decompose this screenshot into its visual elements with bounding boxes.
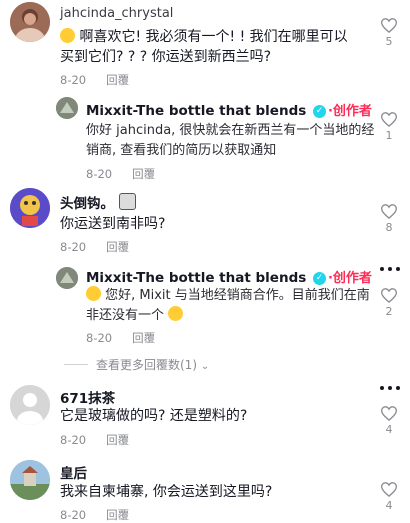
sad-emoji-icon [168, 306, 184, 321]
avatar[interactable] [10, 385, 50, 425]
creator-badge: ·创作者 [327, 271, 372, 286]
avatar[interactable] [56, 97, 78, 119]
more-options-icon[interactable] [380, 385, 400, 391]
like-count: 4 [385, 423, 393, 436]
heart-outline-icon [381, 112, 397, 127]
comment-text: 啊喜欢它! 我必须有一个! ! 我们在哪里可以买到它们? ? ? 你运送到新西兰… [60, 28, 348, 65]
comment-item: 皇后 我来自柬埔寨, 你会运送到这里吗? 8-20 回覆 4 [0, 458, 410, 522]
reply-button[interactable]: 回覆 [132, 331, 155, 345]
comment-item: jahcinda_chrystal 啊喜欢它! 我必须有一个! ! 我们在哪里可… [0, 0, 410, 90]
reply-item: Mixxit-The bottle that blends ✓ ·创作者 您好, … [0, 262, 410, 346]
comment-username[interactable]: Mixxit-The bottle that blends ✓ ·创作者 [86, 100, 372, 119]
like-count: 4 [385, 499, 393, 512]
like-button[interactable]: 8 [376, 204, 402, 234]
view-more-replies-button[interactable]: 查看更多回覆数(1) ⌄ [63, 356, 210, 373]
comment-meta: 8-20 回覆 [86, 330, 155, 346]
comment-date: 8-20 [86, 331, 113, 345]
reply-button[interactable]: 回覆 [106, 433, 129, 447]
like-button[interactable]: 4 [376, 482, 402, 512]
comment-text: 你运送到南非吗? [60, 216, 166, 232]
comment-meta: 8-20 回覆 [60, 507, 129, 523]
comment-date: 8-20 [86, 167, 113, 181]
comment-meta: 8-20 回覆 [60, 72, 129, 88]
reply-button[interactable]: 回覆 [106, 240, 129, 254]
like-button[interactable]: 4 [376, 406, 402, 436]
heart-outline-icon [381, 18, 397, 33]
avatar[interactable] [56, 267, 78, 289]
smile-emoji-icon [86, 286, 101, 301]
comment-username[interactable]: 头倒钩。 [60, 192, 136, 212]
like-count: 5 [385, 35, 393, 48]
comment-item: 671抹茶 它是玻璃做的吗? 还是塑料的? 8-20 回覆 4 [0, 383, 410, 453]
heart-eyes-emoji-icon [60, 28, 75, 43]
verified-badge-icon: ✓ [312, 104, 326, 118]
comment-username[interactable]: jahcinda_chrystal [60, 6, 173, 21]
comment-username[interactable]: Mixxit-The bottle that blends ✓ ·创作者 [86, 267, 372, 286]
comment-text: 您好, Mixit 与当地经销商合作。目前我们在南非还没有一个 [86, 286, 370, 323]
comment-text: 你好 jahcinda, 很快就会在新西兰有一个当地的经销商, 查看我们的简历以… [86, 123, 375, 158]
skull-emoji-icon [118, 193, 136, 210]
reply-button[interactable]: 回覆 [106, 73, 129, 87]
comment-meta: 8-20 回覆 [86, 166, 155, 182]
like-button[interactable]: 5 [376, 18, 402, 48]
reply-item: Mixxit-The bottle that blends ✓ ·创作者 你好 j… [0, 92, 410, 181]
heart-outline-icon [381, 406, 397, 421]
comment-date: 8-20 [60, 240, 87, 254]
like-button[interactable]: 2 [376, 288, 402, 318]
heart-outline-icon [381, 482, 397, 497]
comment-item: 头倒钩。 你运送到南非吗? 8-20 回覆 8 [0, 184, 410, 254]
like-count: 1 [385, 129, 393, 142]
comment-date: 8-20 [60, 73, 87, 87]
like-button[interactable]: 1 [376, 112, 402, 142]
heart-outline-icon [381, 288, 397, 303]
creator-badge: ·创作者 [327, 104, 372, 119]
comment-username[interactable]: 皇后 [60, 462, 87, 482]
comment-text: 我来自柬埔寨, 你会运送到这里吗? [60, 484, 273, 500]
reply-button[interactable]: 回覆 [132, 167, 155, 181]
chevron-down-icon: ⌄ [200, 361, 210, 372]
comment-meta: 8-20 回覆 [60, 239, 129, 255]
like-count: 8 [385, 221, 393, 234]
comment-date: 8-20 [60, 433, 87, 447]
heart-outline-icon [381, 204, 397, 219]
avatar[interactable] [10, 188, 50, 228]
more-options-icon[interactable] [380, 266, 400, 272]
verified-badge-icon: ✓ [312, 271, 326, 285]
comment-date: 8-20 [60, 508, 87, 522]
comment-username[interactable]: 671抹茶 [60, 387, 115, 407]
reply-button[interactable]: 回覆 [106, 508, 129, 522]
avatar[interactable] [10, 2, 50, 42]
avatar[interactable] [10, 460, 50, 500]
comment-meta: 8-20 回覆 [60, 432, 129, 448]
like-count: 2 [385, 305, 393, 318]
comment-text: 它是玻璃做的吗? 还是塑料的? [60, 408, 248, 424]
